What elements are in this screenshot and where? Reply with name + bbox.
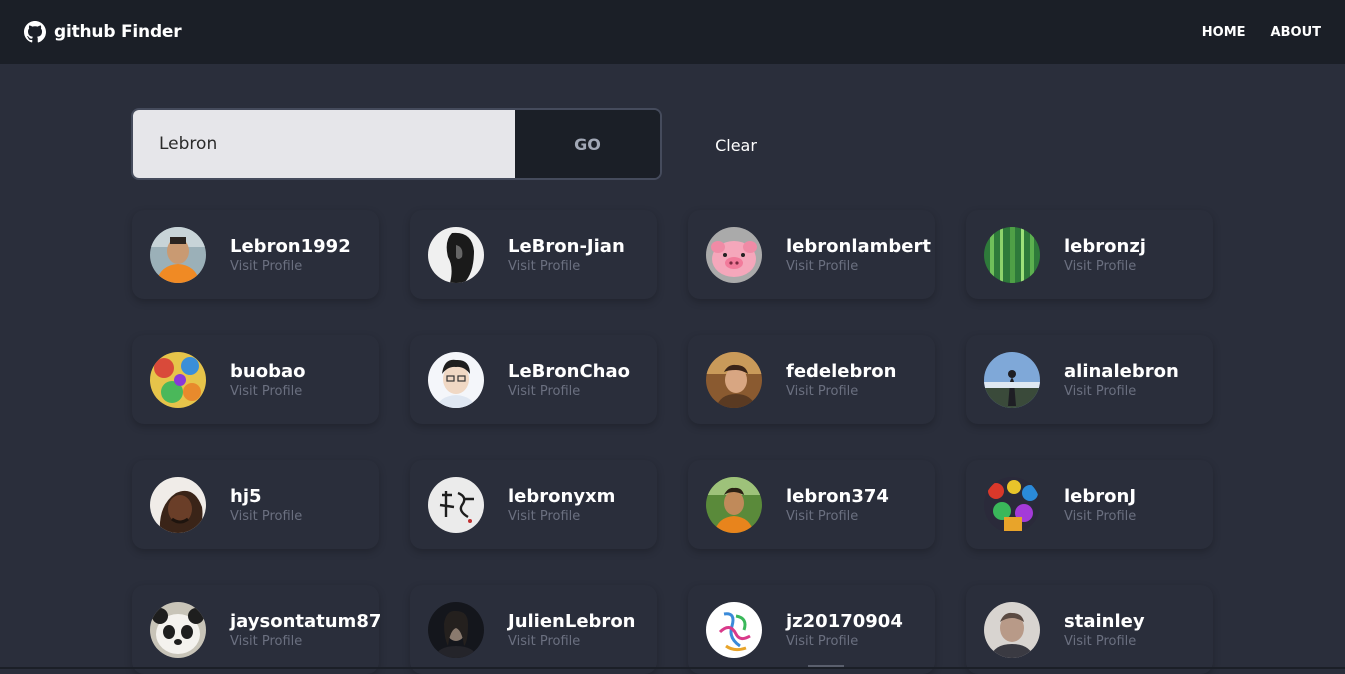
user-info: LeBron-Jian Visit Profile [508,235,625,275]
user-card[interactable]: alinalebron Visit Profile [966,335,1213,424]
user-avatar[interactable] [706,226,762,283]
username: lebronJ [1064,485,1137,507]
user-card[interactable]: lebronzj Visit Profile [966,210,1213,299]
visit-profile-link[interactable]: Visit Profile [508,509,615,525]
user-info: alinalebron Visit Profile [1064,360,1179,400]
username: stainley [1064,610,1145,632]
username: JulienLebron [508,610,636,632]
user-info: lebronzj Visit Profile [1064,235,1146,275]
username: Lebron1992 [230,235,351,257]
user-card[interactable]: jaysontatum87 Visit Profile [132,585,381,674]
user-avatar[interactable] [984,351,1040,408]
visit-profile-link[interactable]: Visit Profile [786,634,903,650]
user-avatar[interactable] [428,351,484,408]
username: LeBron-Jian [508,235,625,257]
user-info: lebronyxm Visit Profile [508,485,615,525]
user-avatar[interactable] [984,601,1040,658]
user-avatar[interactable] [428,601,484,658]
user-info: jaysontatum87 Visit Profile [230,610,381,650]
nav-links: HOME ABOUT [1202,25,1321,40]
user-card[interactable]: LeBronChao Visit Profile [410,335,657,424]
search-form: GO [131,108,662,180]
navbar: github Finder HOME ABOUT [0,0,1345,64]
visit-profile-link[interactable]: Visit Profile [786,509,889,525]
user-info: lebron374 Visit Profile [786,485,889,525]
user-avatar[interactable] [984,226,1040,283]
user-card[interactable]: lebronyxm Visit Profile [410,460,657,549]
username: fedelebron [786,360,897,382]
user-card[interactable]: jz20170904 Visit Profile [688,585,935,674]
visit-profile-link[interactable]: Visit Profile [786,259,931,275]
username: LeBronChao [508,360,630,382]
user-info: buobao Visit Profile [230,360,305,400]
visit-profile-link[interactable]: Visit Profile [508,634,636,650]
username: buobao [230,360,306,382]
user-info: stainley Visit Profile [1064,610,1145,650]
user-info: hj5 Visit Profile [230,485,302,525]
user-card[interactable]: buobao Visit Profile [132,335,379,424]
user-card[interactable]: lebronJ Visit Profile [966,460,1213,549]
user-card[interactable]: LeBron-Jian Visit Profile [410,210,657,299]
username: lebronlambert [786,235,931,257]
nav-home-link[interactable]: HOME [1202,25,1246,40]
nav-about-link[interactable]: ABOUT [1271,25,1321,40]
visit-profile-link[interactable]: Visit Profile [1064,384,1179,400]
user-avatar[interactable] [706,351,762,408]
user-avatar[interactable] [706,476,762,533]
user-avatar[interactable] [150,476,206,533]
user-avatar[interactable] [150,226,206,283]
visit-profile-link[interactable]: Visit Profile [230,634,381,650]
username: alinalebron [1064,360,1179,382]
user-info: jz20170904 Visit Profile [786,610,903,650]
user-card[interactable]: stainley Visit Profile [966,585,1213,674]
visit-profile-link[interactable]: Visit Profile [786,384,896,400]
clear-button[interactable]: Clear [696,132,776,158]
go-button[interactable]: GO [515,110,660,178]
user-avatar[interactable] [150,601,206,658]
username: lebronyxm [508,485,616,507]
user-avatar[interactable] [984,476,1040,533]
username: hj5 [230,485,262,507]
user-avatar[interactable] [428,476,484,533]
brand-title: github Finder [54,22,182,42]
user-card[interactable]: fedelebron Visit Profile [688,335,935,424]
username: lebronzj [1064,235,1146,257]
user-info: fedelebron Visit Profile [786,360,896,400]
username: lebron374 [786,485,889,507]
visit-profile-link[interactable]: Visit Profile [1064,509,1136,525]
visit-profile-link[interactable]: Visit Profile [508,259,625,275]
user-info: JulienLebron Visit Profile [508,610,636,650]
brand[interactable]: github Finder [24,21,182,43]
user-card[interactable]: JulienLebron Visit Profile [410,585,657,674]
user-info: lebronJ Visit Profile [1064,485,1136,525]
visit-profile-link[interactable]: Visit Profile [1064,634,1145,650]
github-icon [24,21,46,43]
username: jaysontatum87 [230,610,382,632]
user-info: Lebron1992 Visit Profile [230,235,351,275]
search-input[interactable] [133,110,515,178]
user-card[interactable]: Lebron1992 Visit Profile [132,210,379,299]
user-avatar[interactable] [428,226,484,283]
username: jz20170904 [786,610,903,632]
user-card[interactable]: lebronlambert Visit Profile [688,210,935,299]
results-grid: Lebron1992 Visit Profile LeBron-Jian Visit … [132,210,1213,674]
user-avatar[interactable] [706,601,762,658]
visit-profile-link[interactable]: Visit Profile [1064,259,1146,275]
user-info: LeBronChao Visit Profile [508,360,630,400]
visit-profile-link[interactable]: Visit Profile [230,384,305,400]
user-avatar[interactable] [150,351,206,408]
user-card[interactable]: hj5 Visit Profile [132,460,379,549]
visit-profile-link[interactable]: Visit Profile [230,259,351,275]
visit-profile-link[interactable]: Visit Profile [508,384,630,400]
user-card[interactable]: lebron374 Visit Profile [688,460,935,549]
user-info: lebronlambert Visit Profile [786,235,931,275]
visit-profile-link[interactable]: Visit Profile [230,509,302,525]
